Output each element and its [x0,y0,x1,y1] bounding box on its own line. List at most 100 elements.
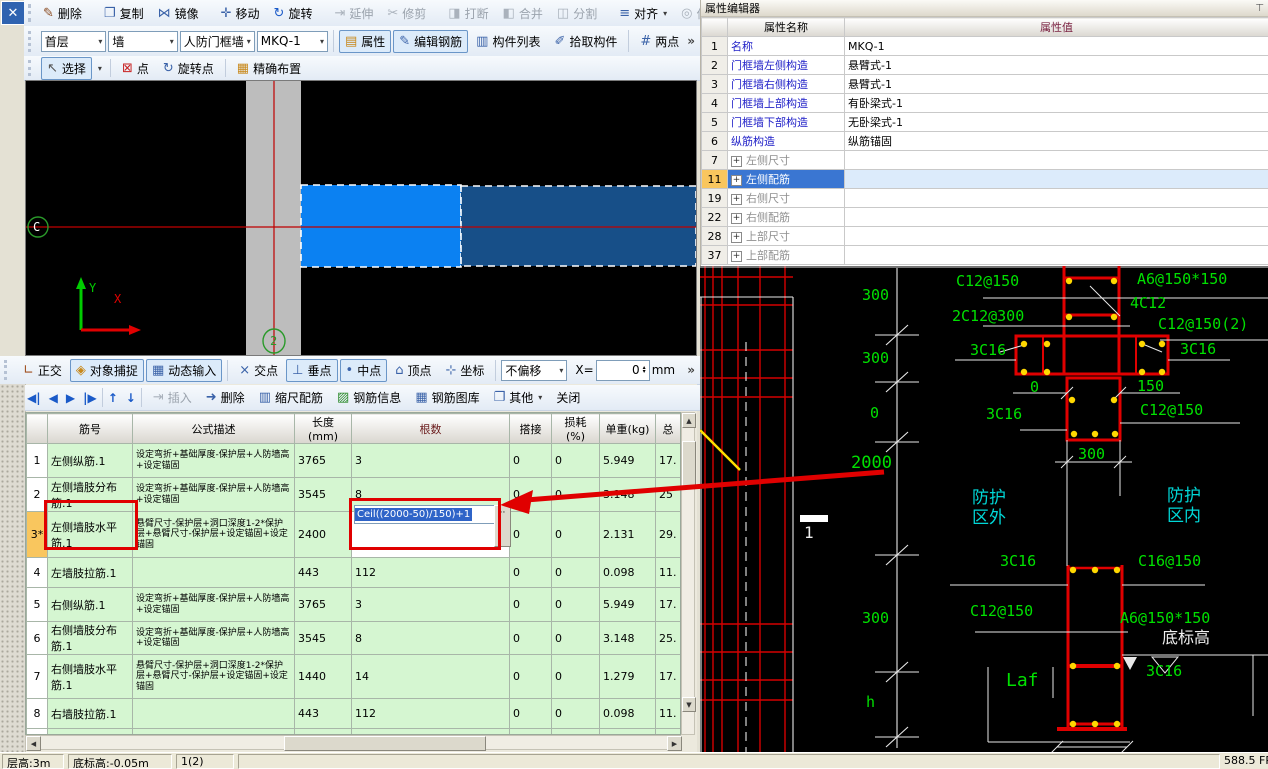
pin-icon[interactable]: ⊤ [1255,3,1264,14]
two-point-button[interactable]: # 两点 [634,30,685,53]
toolbar-grip[interactable] [4,360,11,380]
rebar-row[interactable]: 1 左侧纵筋.1 设定弯折+基础厚度-保护层+人防墙高+设定锚固 3765 3 0 0 5.9… [26,443,680,478]
rebar-row[interactable]: 5 右侧纵筋.1 设定弯折+基础厚度-保护层+人防墙高+设定锚固 3765 3 0 0 5.9… [26,587,680,622]
perpendicular-snap-button[interactable]: ⊥ 垂点 [286,358,338,382]
other-button[interactable]: ❐ 其他 ▾ [488,386,549,409]
expand-icon[interactable]: + [731,251,742,262]
object-snap-button[interactable]: ◈ 对象捕捉 [69,358,144,382]
spinner[interactable]: ▴ ▾ [643,365,646,375]
align-button[interactable]: ≡ 对齐 ▾ [613,2,673,25]
property-editor-titlebar[interactable]: 属性编辑器 ⊤ [701,0,1268,17]
expand-icon[interactable]: + [731,156,742,167]
property-row[interactable]: 2 门框墙左侧构造 悬臂式-1 [701,55,1268,75]
count-formula-editbox[interactable]: Ceil((2000-50)/150)+1 [354,505,495,524]
property-row[interactable]: 5 门框墙下部构造 无卧梁式-1 [701,112,1268,132]
scroll-down-button[interactable]: ▼ [682,697,696,712]
property-row[interactable]: 28 + 上部尺寸 [701,226,1268,246]
rebar-row[interactable]: 6 右侧墙肢分布筋.1 设定弯折+基础厚度-保护层+人防墙高+设定锚固 3545 8 0 0… [26,621,680,655]
dynamic-input-button[interactable]: ▦ 动态输入 [145,358,223,382]
expand-icon[interactable]: + [731,213,742,224]
col-prop-value: 属性值 [844,17,1268,37]
toolbar-overflow-button[interactable]: » [687,363,699,377]
main-viewport-canvas[interactable] [26,81,697,355]
component-list-button[interactable]: ▥ 构件列表 [470,30,546,53]
mirror-button[interactable]: ⋈ 镜像 [152,2,205,25]
spin-down-icon[interactable]: ▾ [643,369,646,375]
vertex-snap-button[interactable]: ⌂ 顶点 [389,359,437,382]
toolbar-grip[interactable] [28,30,35,52]
scroll-right-button[interactable]: ▶ [667,736,682,751]
nav-first-button[interactable]: ◀| [27,391,41,405]
x-coordinate-input[interactable]: 0 ▴ ▾ [595,359,650,381]
properties-button[interactable]: ▤ 属性 [338,29,392,53]
midpoint-snap-button[interactable]: • 中点 [339,358,388,382]
element-type-dropdown[interactable]: 墙 ▾ [108,30,178,52]
nav-prev-button[interactable]: ◀ [49,391,58,405]
property-row[interactable]: 1 名称 MKQ-1 [701,36,1268,56]
scroll-thumb[interactable] [682,441,696,489]
rebar-row[interactable]: 4 左墙肢拉筋.1 443 112 0 0 0.098 11. [26,557,680,588]
subtype-dropdown[interactable]: 人防门框墙 ▾ [179,30,255,52]
property-row-selected[interactable]: 11 + 左侧配筋 [701,169,1268,189]
point-button[interactable]: ⊠ 点 [116,57,155,80]
close-panel-button[interactable]: 关闭 [550,386,586,409]
expand-icon[interactable]: + [731,194,742,205]
nav-last-button[interactable]: |▶ [83,391,97,405]
rebar-row[interactable]: 8 右墙肢拉筋.1 443 112 0 0 0.098 11. [26,698,680,729]
expand-icon[interactable]: + [731,175,742,186]
rebar-gallery-button[interactable]: ▦ 钢筋图库 [409,386,485,409]
rebar-detail-viewport[interactable]: C12@150 A6@150*150 4C12 2C12@300 C12@150… [700,266,1268,752]
property-row[interactable]: 4 门框墙上部构造 有卧梁式-1 [701,93,1268,113]
offset-mode-dropdown[interactable]: 不偏移 ▾ [501,359,568,381]
selected-wall-components[interactable] [300,184,697,268]
expand-icon[interactable]: + [731,232,742,243]
precise-layout-button[interactable]: ▦ 精确布置 [231,57,307,80]
toolbar-grip[interactable] [28,59,35,77]
scroll-left-button[interactable]: ◀ [26,736,41,751]
split-button[interactable]: ◫ 分割 [551,2,603,25]
property-row[interactable]: 7 + 左侧尺寸 [701,150,1268,170]
edit-rebar-button[interactable]: ✎ 编辑钢筋 [393,29,469,53]
scroll-thumb[interactable] [284,736,486,751]
ortho-button[interactable]: ∟ 正交 [17,359,68,382]
property-row[interactable]: 22 + 右侧配筋 [701,207,1268,227]
property-row[interactable]: 37 + 上部配筋 [701,245,1268,265]
delete-button[interactable]: ✎ 删除 [37,2,88,25]
row-down-button[interactable]: ↓ [126,391,136,405]
scaled-rebar-button[interactable]: ▥ 缩尺配筋 [253,386,329,409]
rotate-point-button[interactable]: ↻ 旋转点 [157,57,220,80]
property-row[interactable]: 3 门框墙右侧构造 悬臂式-1 [701,74,1268,94]
floor-dropdown[interactable]: 首层 ▾ [40,30,107,52]
property-row[interactable]: 6 纵筋构造 纵筋锚固 [701,131,1268,151]
app-icon[interactable]: ✕ [1,1,25,25]
trim-button[interactable]: ✂ 修剪 [381,2,432,25]
row-up-button[interactable]: ↑ [108,391,118,405]
property-row[interactable]: 19 + 右侧尺寸 [701,188,1268,208]
insert-row-button[interactable]: ⇥ 插入 [147,386,198,409]
horizontal-scrollbar[interactable]: ◀ ▶ [25,735,682,751]
intersection-snap-button[interactable]: × 交点 [233,359,284,382]
rebar-info-button[interactable]: ▨ 钢筋信息 [331,386,407,409]
scroll-up-button[interactable]: ▲ [682,413,696,428]
vertical-scrollbar[interactable]: ▲ ▼ [681,412,696,735]
nav-next-button[interactable]: ▶ [66,391,75,405]
rebar-row[interactable]: 7 右侧墙肢水平筋.1 悬臂尺寸-保护层+洞口深度1-2*保护层+悬臂尺寸-保护层+… [26,654,680,699]
select-button[interactable]: ↖ 选择 [41,56,92,80]
extend-icon: ⇥ [334,5,346,21]
panel-grip[interactable] [0,384,26,752]
toolbar-overflow-button[interactable]: » [687,34,699,48]
select-dropdown-button[interactable]: ▾ [94,61,105,76]
move-button[interactable]: ✛ 移动 [215,2,266,25]
rotate-button[interactable]: ↻ 旋转 [268,2,319,25]
component-name-dropdown[interactable]: MKQ-1 ▾ [256,30,328,52]
break-button[interactable]: ◨ 打断 [442,2,494,25]
extend-button[interactable]: ⇥ 延伸 [328,2,379,25]
copy-button[interactable]: ❐ 复制 [98,2,150,25]
pick-component-button[interactable]: ✐ 拾取构件 [548,30,623,53]
coordinate-button[interactable]: ⊹ 坐标 [439,359,490,382]
main-viewport[interactable]: C 2 Y X [25,80,697,356]
formula-expand-button[interactable]: ·· [494,505,511,547]
delete-row-button[interactable]: ➜ 删除 [200,386,251,409]
toolbar-grip[interactable] [28,3,31,23]
merge-button[interactable]: ◧ 合并 [497,2,549,25]
